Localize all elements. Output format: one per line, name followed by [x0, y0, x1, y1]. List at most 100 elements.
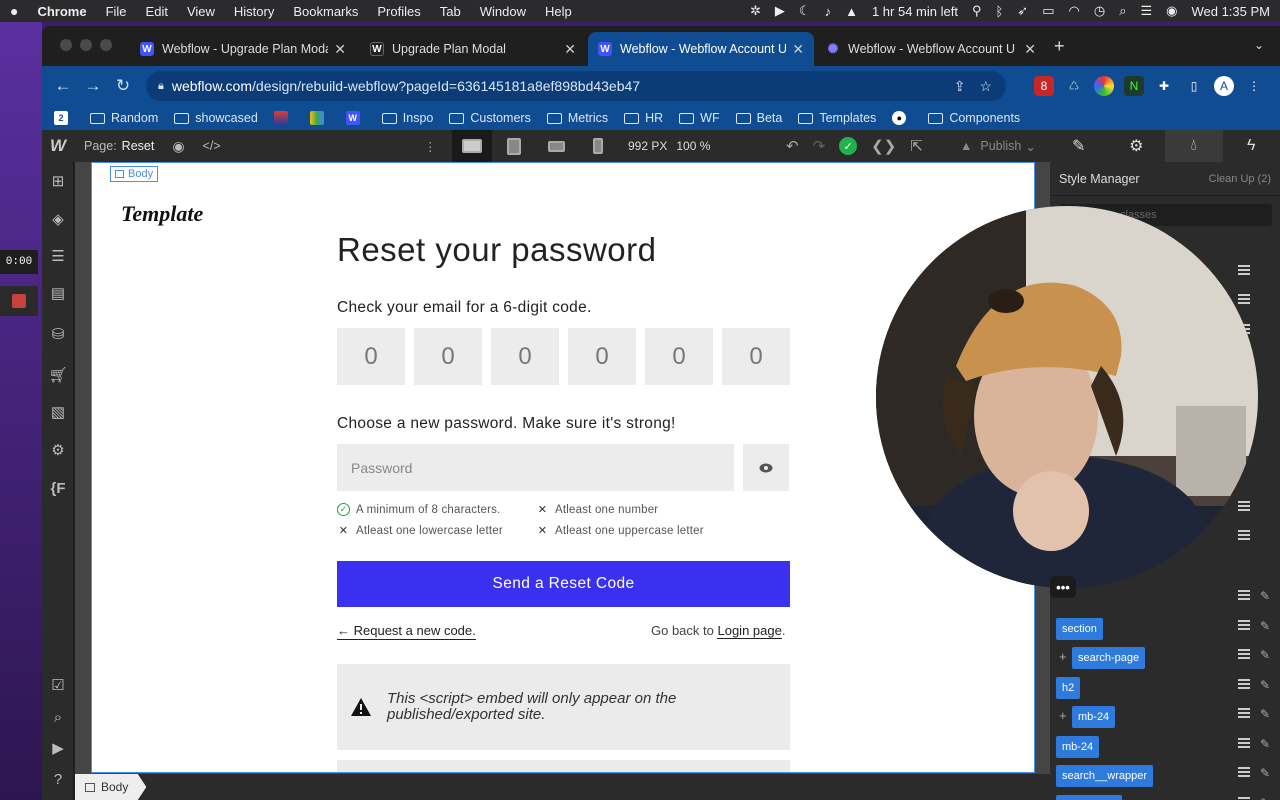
tab-upgrade-plan-modal-2[interactable]: W Upgrade Plan Modal ✕ — [360, 32, 586, 66]
bookmark-app-2[interactable] — [273, 111, 294, 125]
webcam-more-button[interactable]: ••• — [1050, 576, 1076, 598]
wrench-icon[interactable]: ✎ — [1260, 707, 1270, 721]
password-input[interactable]: Password — [337, 444, 734, 491]
extension-icon-color[interactable] — [1094, 76, 1114, 96]
bookmark-hr[interactable]: HR — [624, 111, 663, 125]
accessibility-icon[interactable]: ⚲ — [972, 3, 982, 19]
class-chip[interactable]: h2 — [1056, 677, 1081, 699]
script-embed-notice[interactable]: This <script> embed will only appear on … — [337, 664, 790, 750]
list-icon[interactable] — [1238, 649, 1250, 661]
menu-window[interactable]: Window — [480, 4, 526, 19]
interactions-bolt-icon[interactable]: ϟ — [1223, 130, 1280, 162]
share-export-icon[interactable]: ⇱ — [910, 137, 923, 155]
close-tab-icon[interactable]: ✕ — [792, 41, 804, 58]
style-brush-icon[interactable]: ✎ — [1050, 130, 1108, 162]
extension-icon-n[interactable]: N — [1124, 76, 1144, 96]
webcam-bubble[interactable] — [876, 206, 1258, 588]
bookmark-showcased[interactable]: showcased — [174, 111, 258, 125]
wrench-icon[interactable]: ✎ — [1260, 619, 1270, 633]
class-row-search-wrapper[interactable]: search__wrapper ✎ — [1050, 761, 1280, 791]
clean-up-button[interactable]: Clean Up (2) — [1209, 173, 1271, 185]
settings-gear-icon[interactable]: ⚙ — [1108, 130, 1166, 162]
wifi-icon[interactable]: ◠ — [1069, 3, 1080, 19]
tasks-check-icon[interactable]: ☑ — [48, 675, 68, 695]
class-chip[interactable]: search__wrapper — [1056, 765, 1153, 787]
forward-icon[interactable]: → — [78, 76, 108, 96]
moon-icon[interactable]: ☾ — [799, 3, 811, 19]
bookmark-webflow[interactable]: W — [345, 111, 366, 125]
webflow-logo-icon[interactable]: W — [42, 130, 74, 162]
class-chip[interactable]: search-text — [1056, 795, 1123, 800]
menu-app-name[interactable]: Chrome — [37, 4, 86, 19]
extension-icon-recycle[interactable]: ♺ — [1064, 76, 1084, 96]
play-icon[interactable]: ▶ — [775, 3, 785, 19]
bookmark-templates[interactable]: Templates — [798, 111, 876, 125]
code-digit-6[interactable]: 0 — [722, 328, 790, 385]
bookmark-wf[interactable]: WF — [679, 111, 720, 125]
bookmark-app-3[interactable] — [309, 111, 330, 125]
search-icon[interactable]: ⌕ — [48, 707, 68, 727]
gear-status-icon[interactable]: ✲ — [750, 3, 761, 19]
tablet-breakpoint-button[interactable] — [494, 130, 534, 162]
code-export-icon[interactable]: ❮❯ — [871, 137, 896, 155]
address-bar[interactable]: 🔒︎ webflow.com /design/rebuild-webflow?p… — [146, 71, 1006, 101]
siri-icon[interactable]: ◉ — [1166, 3, 1177, 19]
class-row-mb-24-combo[interactable]: + mb-24 ✎ — [1050, 702, 1280, 732]
close-window-icon[interactable] — [60, 39, 72, 51]
more-options-icon[interactable]: ⋮ — [424, 130, 437, 162]
class-row-h2[interactable]: h2 ✎ — [1050, 673, 1280, 703]
bookmark-components[interactable]: Components — [928, 111, 1020, 125]
mobile-portrait-breakpoint-button[interactable] — [578, 130, 618, 162]
video-tutorials-icon[interactable]: ▶ — [48, 738, 68, 758]
search-icon[interactable]: ⌕ — [1119, 3, 1126, 19]
class-row-search-text[interactable]: search-text ✎ — [1050, 791, 1280, 800]
control-center-icon[interactable]: ☰ — [1140, 3, 1152, 19]
settings-icon[interactable]: ⚙ — [48, 440, 68, 460]
class-chip[interactable]: section — [1056, 618, 1103, 640]
tab-webflow-account-u[interactable]: ✺ Webflow - Webflow Account U ✕ — [816, 32, 1046, 66]
code-digit-5[interactable]: 0 — [645, 328, 713, 385]
rocket-icon[interactable]: ➶ — [1017, 3, 1028, 19]
sidebar-icon[interactable]: ▯ — [1184, 76, 1204, 96]
bookmark-beta[interactable]: Beta — [735, 111, 782, 125]
cms-database-icon[interactable]: ⛁ — [48, 324, 68, 344]
tab-webflow-account-ui[interactable]: W Webflow - Webflow Account UI ✕ — [588, 32, 814, 66]
stop-recording-button[interactable] — [0, 286, 38, 316]
bookmark-app-4[interactable]: ● — [892, 111, 912, 125]
bookmark-random[interactable]: Random — [90, 111, 158, 125]
list-icon[interactable] — [1238, 708, 1250, 720]
bookmark-inspo[interactable]: Inspo — [381, 111, 433, 125]
page-switcher[interactable]: Page: Reset ◉ </> — [84, 130, 221, 162]
close-tab-icon[interactable]: ✕ — [564, 41, 576, 58]
bookmark-metrics[interactable]: Metrics — [546, 111, 608, 125]
menu-help[interactable]: Help — [545, 4, 572, 19]
class-row-hidden[interactable]: ✎ — [1050, 584, 1280, 614]
class-chip[interactable]: mb-24 — [1056, 736, 1100, 758]
extension-icon-red[interactable]: 8 — [1034, 76, 1054, 96]
tab-upgrade-plan-modal[interactable]: W Webflow - Upgrade Plan Modal ✕ — [130, 32, 356, 66]
new-tab-button[interactable]: + — [1054, 36, 1065, 57]
code-icon[interactable]: </> — [203, 139, 221, 153]
menu-view[interactable]: View — [187, 4, 215, 19]
menu-edit[interactable]: Edit — [146, 4, 168, 19]
wrench-icon[interactable]: ✎ — [1260, 589, 1270, 603]
battery-icon[interactable]: ▭ — [1042, 3, 1054, 19]
menu-tab[interactable]: Tab — [440, 4, 461, 19]
navigator-icon[interactable]: ☰ — [48, 246, 68, 266]
close-tab-icon[interactable]: ✕ — [334, 41, 346, 58]
volume-icon[interactable]: ♪ — [825, 4, 832, 19]
code-digit-1[interactable]: 0 — [337, 328, 405, 385]
wrench-icon[interactable]: ✎ — [1260, 648, 1270, 662]
bookmark-app-1[interactable]: 2 — [54, 111, 74, 125]
minimize-window-icon[interactable] — [80, 39, 92, 51]
class-row-section[interactable]: section ✎ — [1050, 614, 1280, 644]
request-new-code-link[interactable]: ← Request a new code. — [337, 623, 476, 640]
bookmark-star-icon[interactable]: ☆ — [979, 78, 992, 95]
code-digit-3[interactable]: 0 — [491, 328, 559, 385]
undo-icon[interactable]: ↶ — [786, 137, 799, 155]
bookmark-customers[interactable]: Customers — [449, 111, 531, 125]
menu-history[interactable]: History — [234, 4, 274, 19]
list-icon[interactable] — [1238, 738, 1250, 750]
wrench-icon[interactable]: ✎ — [1260, 737, 1270, 751]
expand-plus-icon[interactable]: + — [1059, 649, 1067, 664]
